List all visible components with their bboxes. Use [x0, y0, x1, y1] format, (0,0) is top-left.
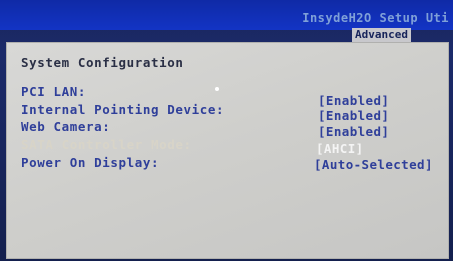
setting-label-internal-pointing-device[interactable]: Internal Pointing Device:: [21, 103, 224, 117]
setting-label-web-camera[interactable]: Web Camera:: [21, 120, 110, 134]
bios-title: InsydeH2O Setup Uti: [302, 11, 449, 25]
tab-advanced[interactable]: Advanced: [352, 28, 411, 42]
setting-value-web-camera[interactable]: [Enabled]: [318, 125, 389, 139]
setting-value-power-on-display[interactable]: [Auto-Selected]: [314, 158, 433, 172]
bios-header-bar: InsydeH2O Setup Uti: [0, 0, 453, 30]
page-title: System Configuration: [21, 55, 184, 70]
setting-label-pci-lan[interactable]: PCI LAN:: [21, 85, 86, 99]
bios-screen: InsydeH2O Setup Uti Advanced System Conf…: [0, 0, 453, 261]
setting-value-pci-lan[interactable]: [Enabled]: [318, 94, 389, 108]
setting-label-sata-controller-mode[interactable]: SATA Controller Mode:: [21, 138, 192, 152]
setting-value-internal-pointing-device[interactable]: [Enabled]: [318, 109, 389, 123]
screen-glare: [215, 87, 219, 91]
setting-value-sata-controller-mode[interactable]: [AHCI]: [316, 142, 364, 156]
settings-panel: System Configuration PCI LAN: Internal P…: [6, 42, 449, 259]
setting-label-power-on-display[interactable]: Power On Display:: [21, 156, 159, 170]
